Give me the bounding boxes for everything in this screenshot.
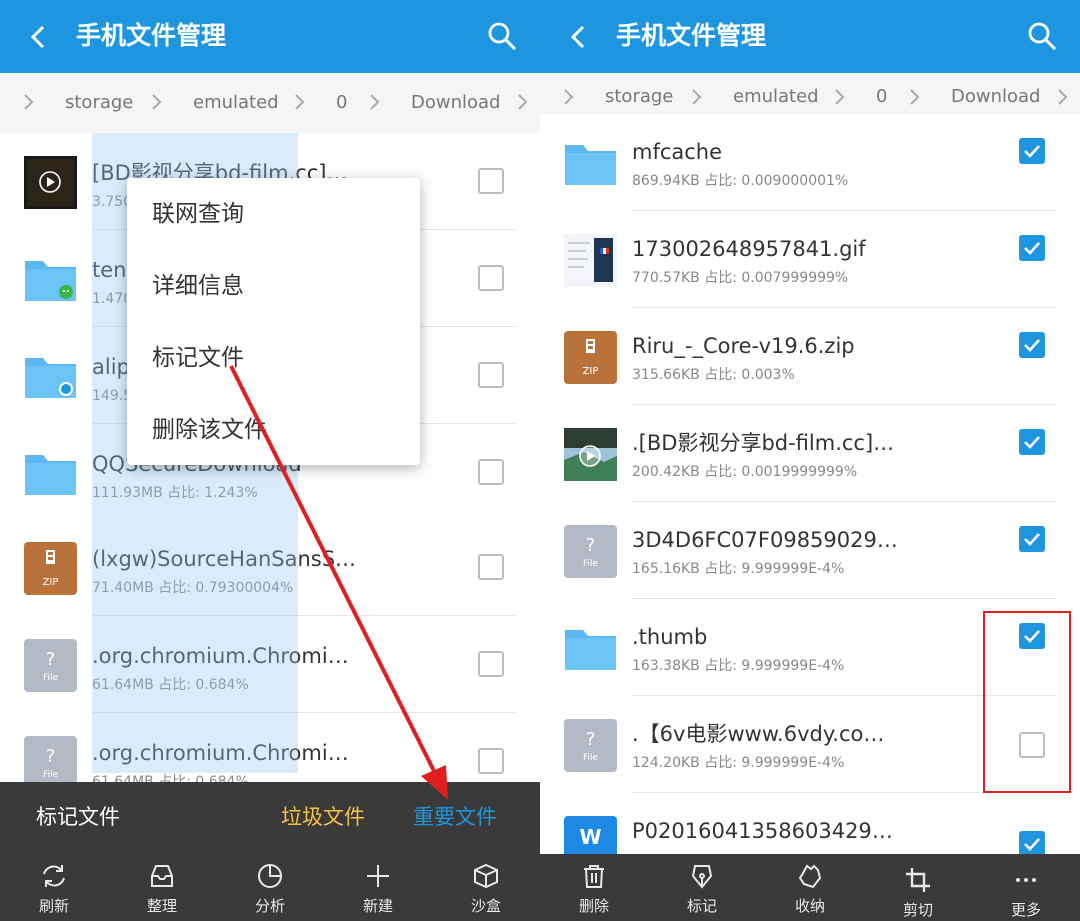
store-button[interactable]: 收纳 bbox=[765, 860, 855, 918]
file-name: mfcache bbox=[632, 140, 723, 164]
select-checkbox[interactable] bbox=[1019, 332, 1045, 358]
chevron-right-icon bbox=[1058, 89, 1068, 105]
list-item[interactable]: mfcache 869.94KB 占比: 0.009000001% bbox=[540, 114, 1080, 211]
breadcrumb-0[interactable]: 0 bbox=[876, 85, 887, 109]
zip-label: ZIP bbox=[583, 366, 599, 377]
chevron-right-icon bbox=[692, 89, 702, 105]
file-name: 3D4D6FC07F098590295E... bbox=[632, 528, 900, 552]
breadcrumb-storage[interactable]: storage bbox=[605, 85, 673, 109]
chevron-right-icon bbox=[910, 89, 920, 105]
select-checkbox[interactable] bbox=[1019, 429, 1045, 455]
search-icon[interactable] bbox=[1026, 20, 1058, 52]
unknown-file-icon: ? File bbox=[564, 719, 617, 772]
breadcrumb-emulated[interactable]: emulated bbox=[733, 85, 819, 109]
toolbar-label: 标记 bbox=[686, 897, 717, 915]
folder-icon bbox=[565, 145, 616, 185]
mark-button[interactable]: 标记 bbox=[657, 860, 747, 918]
question-label: ? bbox=[586, 729, 596, 750]
list-item[interactable]: .[BD影视分享bd-film.cc]最... 200.42KB 占比: 0.0… bbox=[540, 405, 1080, 502]
file-name: P0201604135860342987... bbox=[632, 819, 900, 843]
toolbar-label: 收纳 bbox=[794, 897, 825, 915]
file-meta: 869.94KB 占比: 0.009000001% bbox=[632, 173, 849, 189]
unknown-file-icon: ? File bbox=[564, 525, 617, 578]
file-name: .[BD影视分享bd-film.cc]最... bbox=[632, 431, 900, 455]
file-meta: 315.66KB 占比: 0.003% bbox=[632, 367, 795, 383]
toolbar-label: 剪切 bbox=[902, 901, 933, 919]
chevron-right-icon bbox=[564, 89, 574, 105]
file-meta: 124.20KB 占比: 9.999999E-4% bbox=[632, 755, 845, 771]
file-meta: 200.42KB 占比: 0.0019999999% bbox=[632, 464, 858, 480]
file-meta: 165.16KB 占比: 9.999999E-4% bbox=[632, 561, 845, 577]
select-checkbox[interactable] bbox=[1019, 138, 1045, 164]
file-meta: 163.38KB 占比: 9.999999E-4% bbox=[632, 658, 845, 674]
annotation-arrow-icon bbox=[229, 365, 448, 800]
zip-icon: ZIP bbox=[564, 331, 617, 384]
file-name: 173002648957841.gif bbox=[632, 237, 866, 261]
toolbar-label: 更多 bbox=[1010, 901, 1041, 919]
chevron-right-icon bbox=[835, 89, 845, 105]
delete-button[interactable]: 删除 bbox=[549, 860, 639, 918]
file-meta: 770.57KB 占比: 0.007999999% bbox=[632, 270, 849, 286]
file-label: File bbox=[583, 753, 599, 763]
select-checkbox[interactable] bbox=[1019, 235, 1045, 261]
hand-icon bbox=[798, 864, 822, 889]
file-name: Riru_-_Core-v19.6.zip bbox=[632, 334, 855, 358]
list-item[interactable]: ? File 3D4D6FC07F098590295E... 165.16KB 占… bbox=[540, 502, 1080, 599]
app-header: 手机文件管理 bbox=[540, 0, 1080, 73]
trash-icon bbox=[584, 865, 604, 888]
file-name: .thumb bbox=[632, 625, 708, 649]
pen-icon bbox=[691, 865, 713, 889]
back-arrow-icon[interactable] bbox=[564, 18, 594, 56]
list-item[interactable]: ZIP Riru_-_Core-v19.6.zip 315.66KB 占比: 0… bbox=[540, 308, 1080, 405]
file-label: File bbox=[583, 559, 599, 569]
breadcrumb-download[interactable]: Download bbox=[951, 85, 1040, 109]
crop-icon bbox=[906, 868, 930, 892]
word-label: W bbox=[579, 825, 601, 849]
select-checkbox[interactable] bbox=[1019, 526, 1045, 552]
bottom-toolbar: 删除 标记 收纳 剪切 更多 bbox=[540, 854, 1080, 921]
gif-thumbnail-icon bbox=[564, 234, 617, 287]
left-screen: 手机文件管理 storage emulated 0 Download [BD影视… bbox=[0, 0, 540, 921]
file-name: .【6v电影www.6vdy.com... bbox=[632, 722, 900, 746]
question-label: ? bbox=[586, 535, 596, 556]
folder-icon bbox=[565, 630, 616, 670]
more-dots-icon bbox=[1016, 878, 1036, 882]
more-button[interactable]: 更多 bbox=[981, 864, 1071, 921]
list-item[interactable]: 173002648957841.gif 770.57KB 占比: 0.00799… bbox=[540, 211, 1080, 308]
right-screen: 手机文件管理 storage emulated 0 Download mfcac… bbox=[540, 0, 1080, 921]
video-thumbnail-icon bbox=[564, 428, 617, 481]
toolbar-label: 删除 bbox=[578, 897, 609, 915]
cut-button[interactable]: 剪切 bbox=[873, 864, 963, 921]
app-title: 手机文件管理 bbox=[616, 21, 767, 50]
annotation-highlight-box bbox=[983, 611, 1071, 793]
